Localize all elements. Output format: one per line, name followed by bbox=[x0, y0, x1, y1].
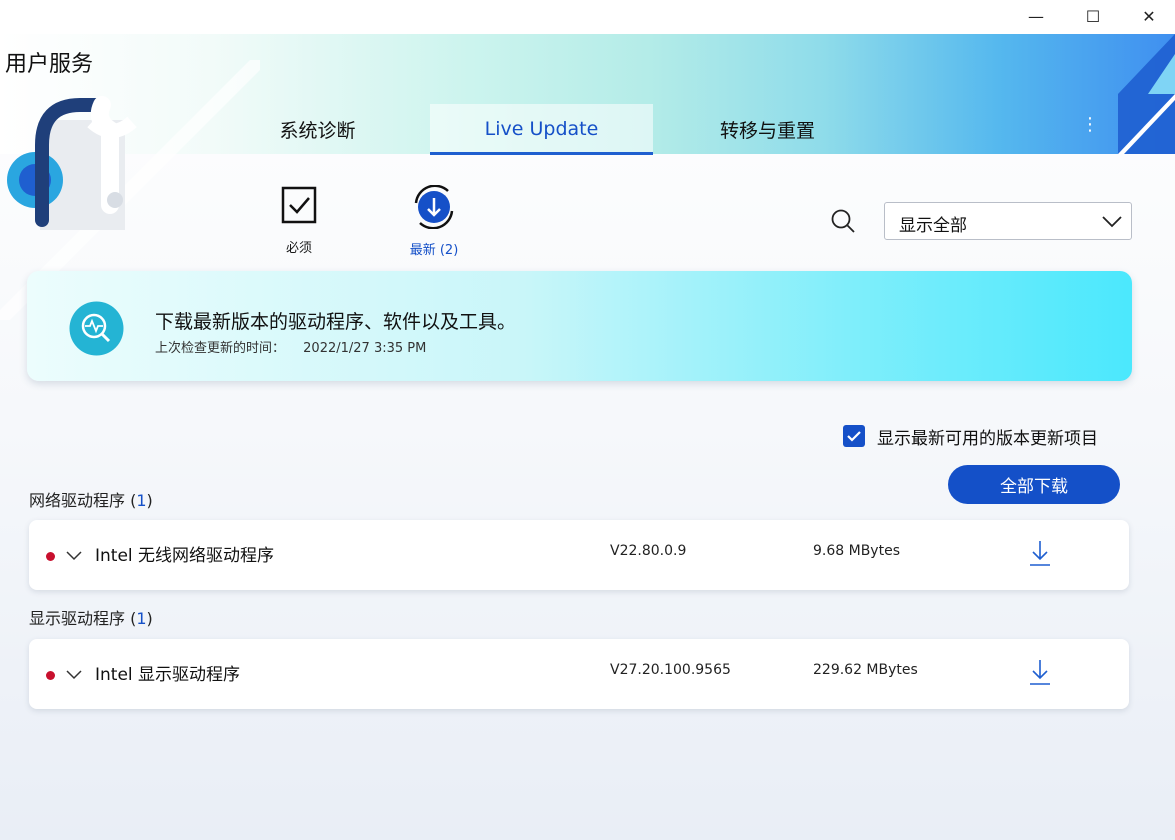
tab-live-update[interactable]: Live Update bbox=[430, 104, 653, 154]
checkmark-icon bbox=[847, 431, 861, 442]
section-title-network: 网络驱动程序 (1) bbox=[29, 487, 153, 511]
new-status-dot bbox=[46, 552, 55, 561]
driver-version: V27.20.100.9565 bbox=[610, 662, 731, 678]
chevron-down-icon[interactable] bbox=[65, 667, 83, 681]
more-menu-icon[interactable]: ⋮ bbox=[1080, 112, 1100, 138]
download-all-button[interactable]: 全部下载 bbox=[948, 465, 1120, 504]
driver-size: 9.68 MBytes bbox=[813, 543, 900, 559]
driver-item-wireless[interactable]: Intel 无线网络驱动程序 V22.80.0.9 9.68 MBytes bbox=[29, 520, 1129, 590]
download-icon[interactable] bbox=[1028, 538, 1052, 568]
show-latest-option[interactable]: 显示最新可用的版本更新项目 bbox=[843, 424, 1098, 449]
tab-transfer-reset[interactable]: 转移与重置 bbox=[680, 104, 855, 154]
new-status-dot bbox=[46, 671, 55, 680]
driver-name: Intel 无线网络驱动程序 bbox=[95, 546, 275, 566]
section-network-count: (1) bbox=[130, 491, 153, 510]
banner-title: 下载最新版本的驱动程序、软件以及工具。 bbox=[155, 311, 517, 333]
search-icon[interactable] bbox=[830, 208, 856, 234]
dropdown-selected-value: 显示全部 bbox=[899, 216, 967, 236]
display-filter-dropdown[interactable]: 显示全部 bbox=[884, 202, 1132, 240]
app-title: 用户服务 bbox=[5, 52, 94, 77]
show-latest-checkbox[interactable] bbox=[843, 425, 865, 447]
driver-version: V22.80.0.9 bbox=[610, 543, 687, 559]
filter-required[interactable]: 必须 bbox=[259, 185, 339, 256]
corner-decoration bbox=[1118, 34, 1175, 154]
download-icon[interactable] bbox=[1028, 657, 1052, 687]
tab-system-diagnosis[interactable]: 系统诊断 bbox=[230, 104, 405, 154]
last-check-value: 2022/1/27 3:35 PM bbox=[303, 341, 427, 356]
refresh-download-icon bbox=[414, 184, 454, 230]
driver-item-display[interactable]: Intel 显示驱动程序 V27.20.100.9565 229.62 MByt… bbox=[29, 639, 1129, 709]
driver-name: Intel 显示驱动程序 bbox=[95, 665, 241, 685]
filter-latest-label: 最新 (2) bbox=[409, 243, 459, 258]
chevron-down-icon bbox=[1102, 216, 1122, 228]
section-title-display: 显示驱动程序 (1) bbox=[29, 605, 153, 629]
section-network-name: 网络驱动程序 bbox=[29, 491, 126, 510]
last-check-label: 上次检查更新的时间： bbox=[155, 341, 286, 356]
filter-required-label: 必须 bbox=[285, 241, 312, 256]
section-display-count: (1) bbox=[130, 609, 153, 628]
section-display-name: 显示驱动程序 bbox=[29, 609, 126, 628]
maximize-button[interactable]: ☐ bbox=[1065, 0, 1121, 32]
driver-size: 229.62 MBytes bbox=[813, 662, 918, 678]
close-button[interactable]: ✕ bbox=[1121, 0, 1175, 32]
show-latest-label: 显示最新可用的版本更新项目 bbox=[877, 428, 1098, 449]
checkbox-icon bbox=[281, 186, 317, 224]
scan-pulse-icon bbox=[69, 301, 124, 356]
chevron-down-icon[interactable] bbox=[65, 548, 83, 562]
filter-latest[interactable]: 最新 (2) bbox=[394, 184, 474, 258]
minimize-button[interactable]: — bbox=[1008, 0, 1064, 32]
title-bar: — ☐ ✕ bbox=[0, 0, 1175, 34]
last-check-info: 上次检查更新的时间： 2022/1/27 3:35 PM bbox=[155, 337, 426, 356]
update-banner: 下载最新版本的驱动程序、软件以及工具。 上次检查更新的时间： 2022/1/27… bbox=[27, 271, 1132, 381]
active-tab-indicator bbox=[430, 152, 653, 155]
